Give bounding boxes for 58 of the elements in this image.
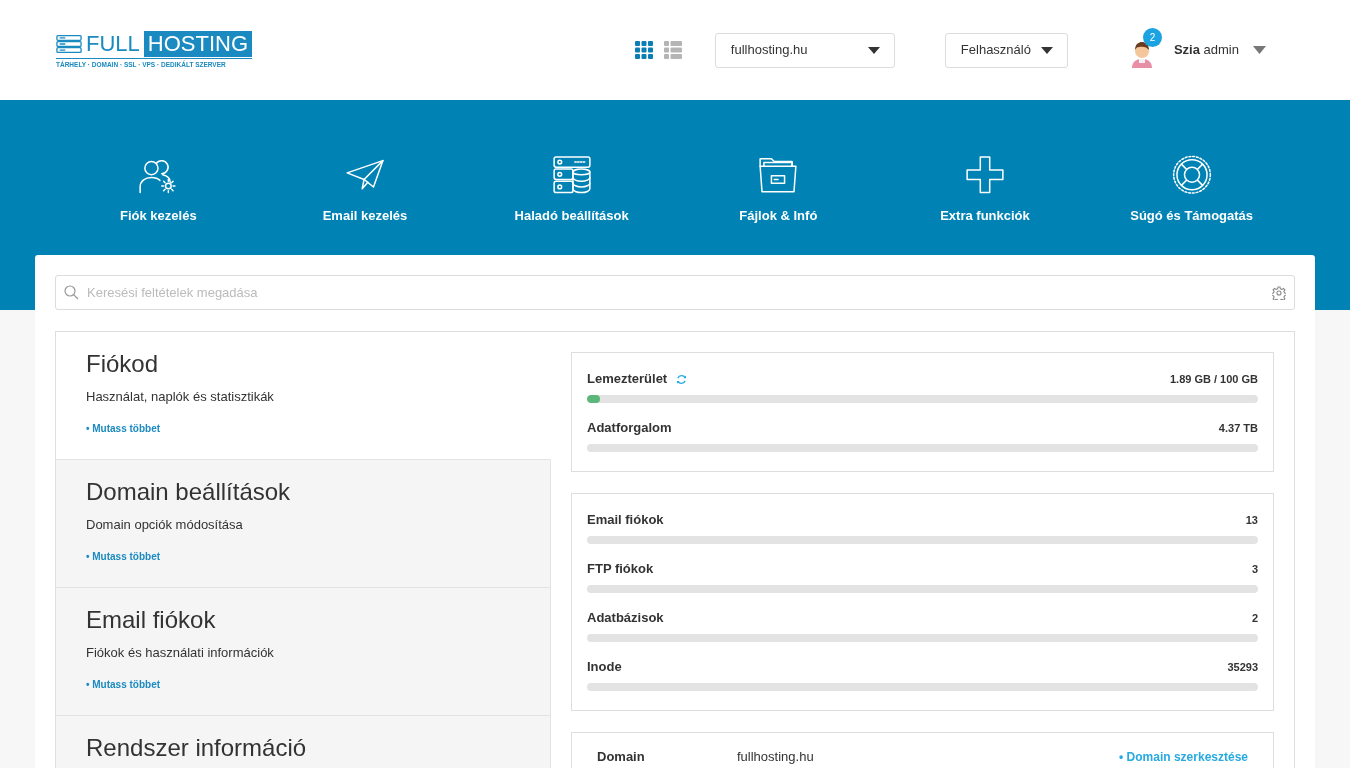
section-title: Email fiókok	[86, 606, 217, 634]
nav-link[interactable]: Haladó beállítások	[514, 155, 629, 225]
server-database-icon	[550, 155, 593, 195]
list-view-icon	[663, 41, 682, 59]
caret-icon	[867, 46, 880, 54]
caret-icon	[1253, 46, 1266, 54]
section-description: Fiókok és használati információk	[86, 644, 275, 662]
view-toggle-button[interactable]	[663, 41, 682, 59]
notification-badge: 2	[1142, 28, 1162, 47]
search-field[interactable]: Keresési feltételek megadása	[55, 275, 1295, 310]
caret-icon	[1040, 46, 1053, 54]
role-dropdown[interactable]: Felhasználó	[944, 32, 1068, 68]
logo-text: FULL	[86, 30, 140, 57]
show-more-link[interactable]: • Mutass többet	[86, 422, 161, 436]
refresh-icon[interactable]	[676, 373, 688, 385]
lifebuoy-icon	[1170, 155, 1213, 195]
nav-link[interactable]: Extra funkciók	[940, 155, 1030, 225]
category-section[interactable]: Rendszer információ	[56, 716, 551, 768]
logo-text: HOSTING	[143, 30, 253, 57]
user-menu-button[interactable]: Szia admin	[1173, 40, 1266, 60]
domain-dropdown[interactable]: fullhosting.hu	[714, 32, 895, 68]
usage-value: 3	[1251, 561, 1258, 577]
usage-value: 1.89 GB / 100 GB	[1169, 371, 1258, 387]
nav-link[interactable]: Email kezelés	[322, 155, 408, 225]
nav-link[interactable]: Súgó és Támogatás	[1130, 155, 1254, 225]
show-more-link[interactable]: • Mutass többet	[86, 678, 161, 692]
section-title: Fiókod	[86, 350, 160, 378]
view-toggle-button[interactable]	[634, 41, 653, 59]
section-title: Rendszer információ	[86, 734, 308, 762]
search-icon	[64, 285, 79, 300]
usage-value: 2	[1251, 610, 1258, 626]
nav-link[interactable]: Fiók kezelés	[120, 155, 197, 225]
usage-value: 35293	[1227, 659, 1258, 675]
plus-icon	[964, 155, 1006, 195]
usage-label: Inode	[587, 658, 622, 677]
section-title: Domain beállítások	[86, 478, 292, 506]
usage-label: Adatbázisok	[587, 609, 664, 628]
section-description: Domain opciók módosítása	[86, 516, 244, 534]
usage-label: Email fiókok	[587, 511, 664, 530]
edit-domain-link[interactable]: • Domain szerkesztése	[1119, 748, 1248, 766]
usage-label: Lemezterület	[587, 370, 668, 389]
category-section[interactable]: Email fiókok Fiókok és használati információk • Mutass többet	[56, 588, 551, 716]
domain-label: Domain	[597, 748, 646, 767]
usage-value: 13	[1245, 512, 1258, 528]
domain-value: fullhosting.hu	[737, 748, 815, 767]
usage-label: Adatforgalom	[587, 419, 672, 438]
search-input[interactable]: Keresési feltételek megadása	[87, 281, 1264, 304]
section-description: Használat, naplók és statisztikák	[86, 388, 275, 406]
usage-label: FTP fiókok	[587, 560, 654, 579]
avatar-icon	[1129, 40, 1154, 68]
show-more-link[interactable]: • Mutass többet	[86, 550, 161, 564]
server-rack-icon	[56, 33, 82, 54]
settings-icon[interactable]	[1272, 285, 1286, 300]
nav-link[interactable]: Fájlok & Infó	[739, 155, 818, 225]
category-section[interactable]: Domain beállítások Domain opciók módosítása • Mutass többet	[56, 460, 551, 588]
grid-view-icon	[634, 41, 653, 59]
folder-icon	[757, 155, 800, 195]
usage-value: 4.37 TB	[1218, 420, 1258, 436]
